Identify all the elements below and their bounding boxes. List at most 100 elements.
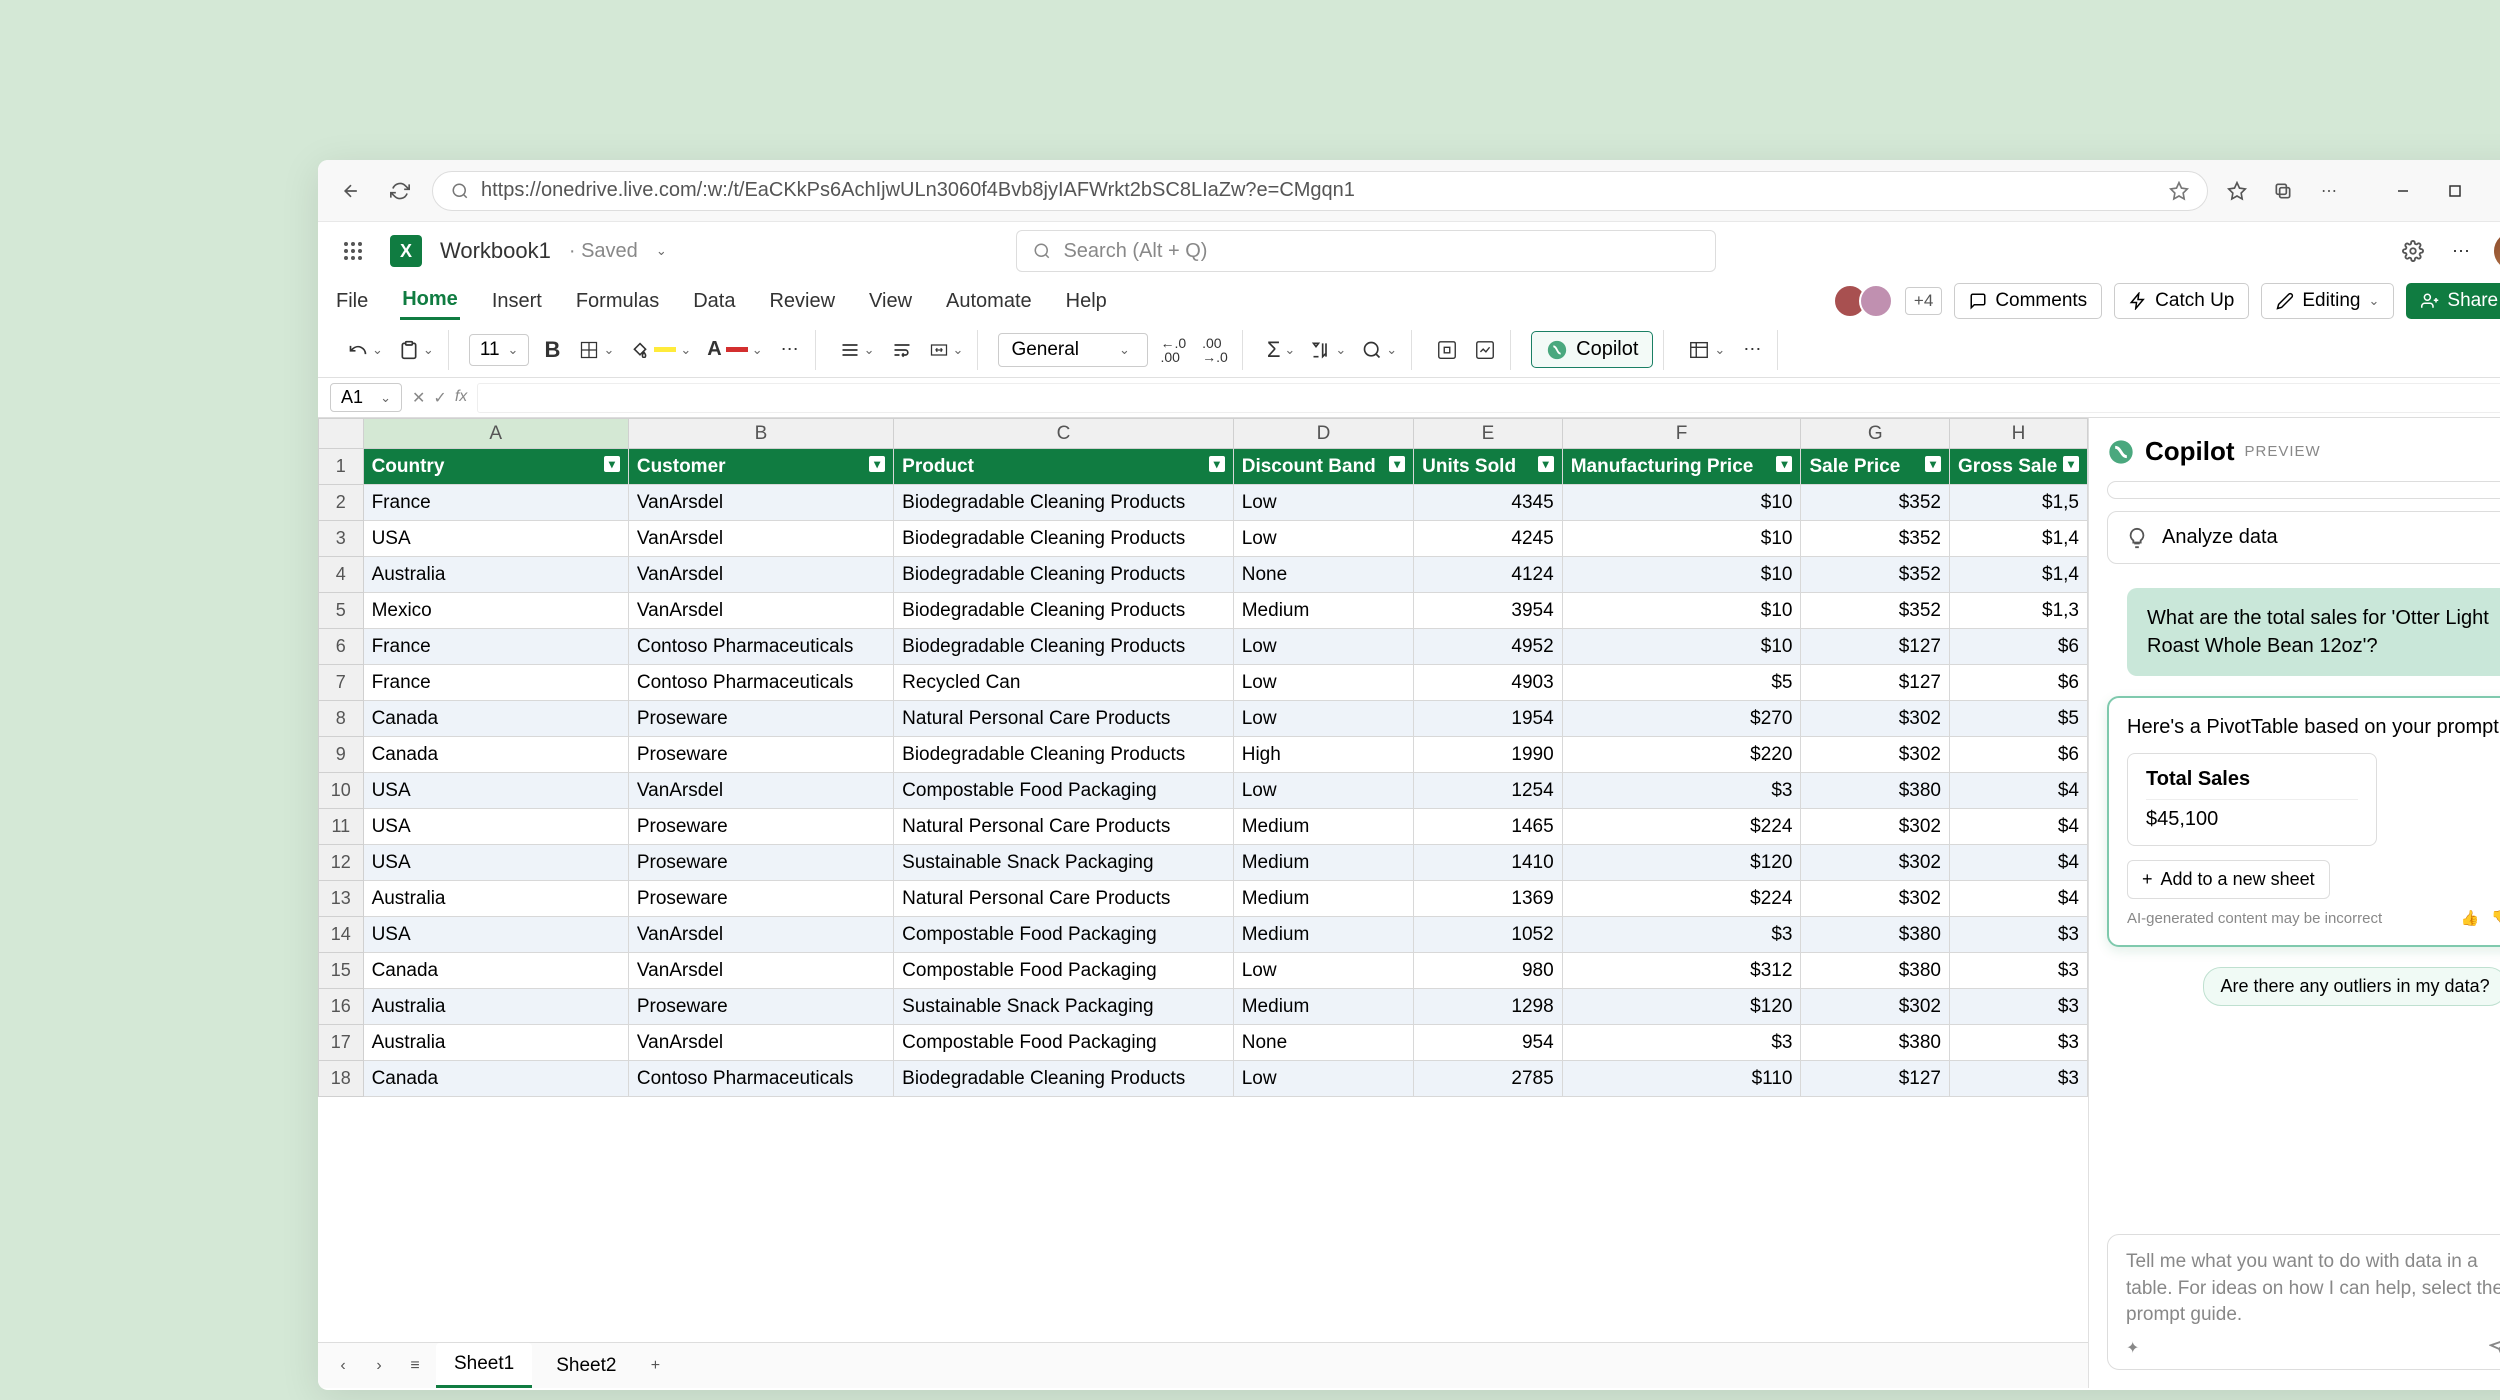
cell[interactable]: 4124 <box>1414 557 1563 593</box>
cell[interactable]: 1298 <box>1414 989 1563 1025</box>
cell[interactable]: 1052 <box>1414 917 1563 953</box>
cell[interactable]: 3954 <box>1414 593 1563 629</box>
cell[interactable]: Biodegradable Cleaning Products <box>894 521 1234 557</box>
cell[interactable]: $352 <box>1801 485 1950 521</box>
cell[interactable]: $380 <box>1801 917 1950 953</box>
row-header[interactable]: 1 <box>319 449 364 485</box>
settings-icon[interactable] <box>2398 234 2428 268</box>
cell[interactable]: USA <box>363 521 628 557</box>
cell[interactable]: $380 <box>1801 773 1950 809</box>
cell[interactable]: $10 <box>1562 593 1801 629</box>
cell[interactable]: $4 <box>1950 881 2088 917</box>
cell[interactable]: $3 <box>1950 989 2088 1025</box>
cell[interactable]: $3 <box>1950 917 2088 953</box>
star-icon[interactable] <box>2169 181 2189 201</box>
cell[interactable]: 1369 <box>1414 881 1563 917</box>
select-all-corner[interactable] <box>319 419 364 449</box>
cell[interactable]: VanArsdel <box>628 773 893 809</box>
cell[interactable]: $120 <box>1562 989 1801 1025</box>
cell[interactable]: Biodegradable Cleaning Products <box>894 485 1234 521</box>
cell[interactable]: Low <box>1233 521 1413 557</box>
sheet-tab[interactable]: Sheet1 <box>436 1343 532 1388</box>
cell[interactable]: $6 <box>1950 629 2088 665</box>
font-size[interactable]: 11⌄ <box>469 334 530 366</box>
cell[interactable]: 1410 <box>1414 845 1563 881</box>
row-header[interactable]: 16 <box>319 989 364 1025</box>
wrap-button[interactable] <box>887 333 917 367</box>
cell[interactable]: France <box>363 629 628 665</box>
cell[interactable]: VanArsdel <box>628 521 893 557</box>
cell[interactable]: Proseware <box>628 737 893 773</box>
cell[interactable]: $10 <box>1562 485 1801 521</box>
autosum-button[interactable]: Σ⌄ <box>1263 333 1300 367</box>
cell[interactable]: $302 <box>1801 737 1950 773</box>
filter-dropdown-icon[interactable]: ▾ <box>1776 456 1792 472</box>
cell[interactable]: Natural Personal Care Products <box>894 809 1234 845</box>
cell[interactable]: Proseware <box>628 845 893 881</box>
cell[interactable]: 980 <box>1414 953 1563 989</box>
cell[interactable]: 954 <box>1414 1025 1563 1061</box>
cell[interactable]: Mexico <box>363 593 628 629</box>
cell[interactable]: 1990 <box>1414 737 1563 773</box>
row-header[interactable]: 12 <box>319 845 364 881</box>
row-header[interactable]: 11 <box>319 809 364 845</box>
bold-button[interactable]: B <box>537 333 567 367</box>
minimize-button[interactable] <box>2378 174 2428 208</box>
title-dropdown[interactable]: ⌄ <box>656 243 667 259</box>
formula-input[interactable] <box>477 383 2500 413</box>
cell[interactable]: Canada <box>363 737 628 773</box>
cell[interactable]: $312 <box>1562 953 1801 989</box>
cell[interactable]: USA <box>363 917 628 953</box>
cell[interactable]: Australia <box>363 557 628 593</box>
borders-button[interactable]: ⌄ <box>575 333 618 367</box>
fx-icon[interactable]: fx <box>455 388 467 408</box>
table-header-cell[interactable]: Manufacturing Price▾ <box>1562 449 1801 485</box>
cell[interactable]: $302 <box>1801 989 1950 1025</box>
cell[interactable]: Sustainable Snack Packaging <box>894 989 1234 1025</box>
cell[interactable]: 2785 <box>1414 1061 1563 1097</box>
cell[interactable]: Low <box>1233 953 1413 989</box>
cell[interactable]: 4345 <box>1414 485 1563 521</box>
cell[interactable]: USA <box>363 809 628 845</box>
cell[interactable]: Australia <box>363 989 628 1025</box>
cell[interactable]: Sustainable Snack Packaging <box>894 845 1234 881</box>
name-box[interactable]: A1⌄ <box>330 383 402 412</box>
cell[interactable]: 4245 <box>1414 521 1563 557</box>
cell[interactable]: 1465 <box>1414 809 1563 845</box>
app-launcher[interactable] <box>334 232 372 270</box>
cell[interactable]: Medium <box>1233 881 1413 917</box>
cell[interactable]: 4903 <box>1414 665 1563 701</box>
cell[interactable]: $380 <box>1801 1025 1950 1061</box>
cell[interactable]: Natural Personal Care Products <box>894 881 1234 917</box>
col-header[interactable]: A <box>363 419 628 449</box>
editing-button[interactable]: Editing⌄ <box>2261 283 2394 319</box>
presence-more[interactable]: +4 <box>1905 287 1942 315</box>
row-header[interactable]: 14 <box>319 917 364 953</box>
filter-dropdown-icon[interactable]: ▾ <box>1925 456 1941 472</box>
cell[interactable]: None <box>1233 557 1413 593</box>
cell[interactable]: Biodegradable Cleaning Products <box>894 737 1234 773</box>
fill-color-button[interactable]: ⌄ <box>626 333 695 367</box>
cell[interactable]: Medium <box>1233 809 1413 845</box>
col-header[interactable]: H <box>1950 419 2088 449</box>
cell[interactable]: USA <box>363 773 628 809</box>
cell[interactable]: Proseware <box>628 989 893 1025</box>
table-header-cell[interactable]: Product▾ <box>894 449 1234 485</box>
cell[interactable]: Low <box>1233 665 1413 701</box>
cell[interactable]: France <box>363 485 628 521</box>
cell[interactable]: 4952 <box>1414 629 1563 665</box>
row-header[interactable]: 10 <box>319 773 364 809</box>
sparkle-icon[interactable]: ✦ <box>2126 1338 2139 1358</box>
addins-button[interactable] <box>1432 333 1462 367</box>
tab-automate[interactable]: Automate <box>944 284 1034 319</box>
cell[interactable]: USA <box>363 845 628 881</box>
cell[interactable]: $127 <box>1801 665 1950 701</box>
copilot-input-box[interactable]: Tell me what you want to do with data in… <box>2107 1234 2500 1370</box>
row-header[interactable]: 13 <box>319 881 364 917</box>
table-header-cell[interactable]: Discount Band▾ <box>1233 449 1413 485</box>
cancel-formula-icon[interactable]: ✕ <box>412 388 425 408</box>
cell[interactable]: $352 <box>1801 593 1950 629</box>
row-header[interactable]: 15 <box>319 953 364 989</box>
spreadsheet-grid[interactable]: A B C D E F G H 1Country▾Customer▾Produc… <box>318 418 2088 1097</box>
tab-home[interactable]: Home <box>400 282 460 320</box>
